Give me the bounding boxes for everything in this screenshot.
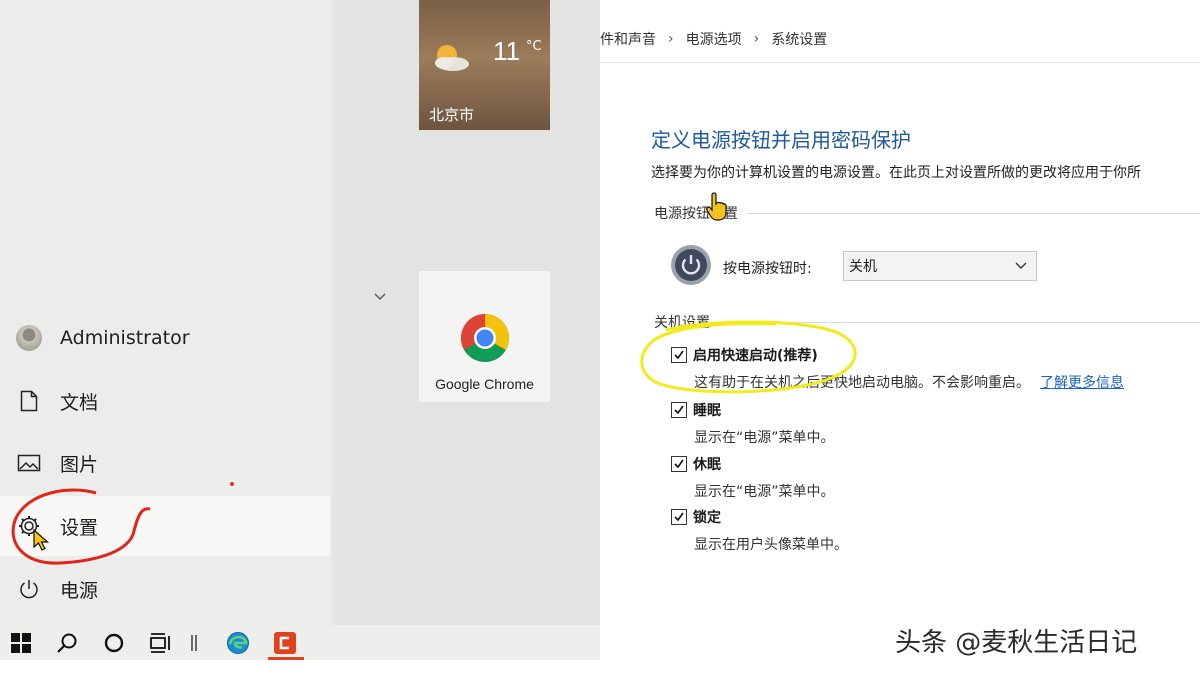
sleep-checkbox[interactable]: [671, 402, 687, 418]
mouse-cursor-icon: [33, 528, 50, 551]
power-button-action-select[interactable]: 关机: [843, 251, 1037, 281]
page-description: 选择要为你的计算机设置的电源设置。在此页上对设置所做的更改将应用于你所: [651, 165, 1141, 181]
breadcrumb: 件和声音 › 电源选项 › 系统设置: [600, 29, 827, 49]
option-hibernate: 休眠 显示在“电源”菜单中。: [671, 454, 835, 501]
avatar: [15, 324, 43, 352]
start-item-label: 文档: [60, 391, 99, 414]
option-lock: 锁定 显示在用户头像菜单中。: [671, 507, 848, 554]
lock-checkbox[interactable]: [671, 509, 687, 525]
learn-more-link[interactable]: 了解更多信息: [1040, 375, 1124, 391]
app-icon[interactable]: [270, 625, 300, 660]
start-user-account[interactable]: Administrator: [0, 308, 330, 368]
option-description: 显示在“电源”菜单中。: [694, 484, 835, 500]
weather-unit: °C: [526, 39, 542, 54]
section-power-buttons: 电源按钮设置: [654, 203, 1200, 223]
breadcrumb-separator-icon: ›: [753, 31, 760, 47]
edge-icon[interactable]: [224, 625, 252, 660]
select-value: 关机: [849, 259, 877, 275]
option-description: 显示在“电源”菜单中。: [694, 430, 835, 446]
active-app-indicator: [268, 657, 304, 660]
option-description: 显示在用户头像菜单中。: [694, 537, 848, 553]
option-name: 休眠: [693, 457, 721, 473]
chrome-tile-label: Google Chrome: [435, 376, 534, 392]
partly-cloudy-icon: [435, 45, 469, 71]
red-dot-mark: [230, 482, 234, 486]
cortana-icon[interactable]: [101, 625, 127, 660]
windows-start-icon[interactable]: [8, 625, 34, 660]
chevron-down-icon[interactable]: [372, 290, 388, 302]
start-item-label: 图片: [60, 453, 99, 476]
breadcrumb-item[interactable]: 系统设置: [771, 29, 827, 49]
document-icon: [15, 387, 43, 415]
weather-temperature: 11: [493, 36, 520, 66]
breadcrumb-separator-icon: ›: [668, 31, 674, 47]
hand-cursor-icon: [706, 192, 727, 221]
chrome-logo-icon: [460, 314, 510, 363]
red-annotation-circle: [11, 488, 151, 565]
watermark-text: 头条 @麦秋生活日记: [895, 628, 1138, 658]
yellow-annotation-circle: [640, 320, 857, 394]
user-name: Administrator: [60, 327, 190, 349]
picture-icon: [15, 449, 43, 477]
taskbar: [0, 625, 600, 660]
start-item-documents[interactable]: 文档: [0, 371, 330, 431]
task-view-icon[interactable]: [146, 625, 176, 660]
option-name: 睡眠: [693, 403, 721, 419]
option-name: 锁定: [693, 510, 721, 526]
breadcrumb-item[interactable]: 电源选项: [686, 29, 742, 49]
taskbar-divider: [189, 625, 199, 660]
option-sleep: 睡眠 显示在“电源”菜单中。: [671, 400, 835, 447]
page-title: 定义电源按钮并启用密码保护: [651, 128, 911, 152]
header-divider: [600, 62, 1200, 63]
hibernate-checkbox[interactable]: [671, 456, 687, 472]
power-button-icon: [671, 245, 711, 285]
weather-city: 北京市: [429, 106, 475, 124]
search-icon[interactable]: [54, 625, 80, 660]
power-button-action-label: 按电源按钮时:: [723, 261, 812, 277]
chevron-down-icon: [1015, 262, 1027, 269]
breadcrumb-item[interactable]: 件和声音: [600, 29, 656, 49]
